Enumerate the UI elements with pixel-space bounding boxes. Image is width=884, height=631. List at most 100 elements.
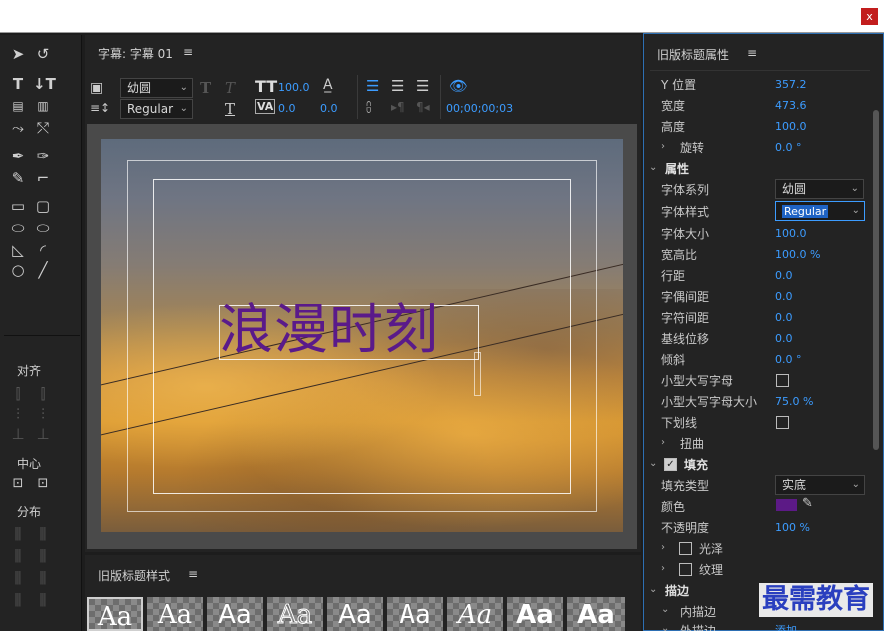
chevron-down-icon[interactable]: ⌄ [649, 458, 657, 469]
wedge-tool-icon[interactable]: ◺ [8, 241, 28, 259]
rotation-value[interactable]: 0.0 ° [775, 141, 802, 154]
fill-section[interactable]: 填充 [684, 456, 708, 473]
show-background-icon[interactable]: 👁 [449, 77, 468, 95]
slant-value[interactable]: 0.0 ° [775, 353, 802, 366]
underline-icon[interactable]: T [225, 100, 235, 118]
fill-checkbox[interactable]: ✓ [664, 458, 677, 471]
align-center-v-icon[interactable]: ⫶ [33, 405, 53, 423]
kerning-prop-value[interactable]: 0.0 [775, 290, 793, 303]
style-sample[interactable]: Aa [207, 597, 263, 631]
bold-icon[interactable]: T [200, 79, 211, 97]
properties-panel-tab[interactable]: 旧版标题属性 [657, 46, 729, 63]
ellipse-tool-icon[interactable]: ○ [8, 261, 28, 279]
chevron-right-icon[interactable]: › [661, 563, 665, 574]
rounded-corner-tool-icon[interactable]: ⬭ [33, 219, 53, 237]
font-style-select[interactable]: Regular ⌄ [775, 201, 865, 221]
type-tool-icon[interactable]: T [8, 75, 28, 93]
align-bottom-icon[interactable]: ⊥ [8, 425, 28, 443]
title-panel-menu-icon[interactable]: ≡ [183, 45, 193, 59]
vertical-path-type-tool-icon[interactable]: ⤲ [33, 119, 53, 137]
area-type-tool-icon[interactable]: ▤ [8, 97, 28, 115]
chevron-down-icon[interactable]: ⌄ [649, 162, 657, 173]
chevron-down-icon[interactable]: ⌄ [661, 623, 669, 631]
chevron-down-icon[interactable]: ⌄ [649, 584, 657, 595]
distribute-5-icon[interactable]: ⫼ [8, 569, 28, 587]
font-family-select[interactable]: 幼圆 ⌄ [775, 179, 864, 199]
italic-icon[interactable]: T [225, 79, 235, 97]
tab-stops-icon[interactable]: ≡↕ [90, 101, 110, 115]
align-left-icon[interactable]: ⫿ [8, 385, 28, 403]
eyedropper-icon[interactable]: ✎ [802, 496, 813, 511]
distribute-2-icon[interactable]: ⫼ [33, 525, 53, 543]
sheen-checkbox[interactable] [679, 542, 692, 555]
baseline-shift-value[interactable]: 0.0 [775, 332, 793, 345]
font-style-dropdown[interactable]: Regular ⌄ [120, 99, 193, 119]
underline-checkbox[interactable] [776, 416, 789, 429]
title-panel-tab[interactable]: 字幕: 字幕 01 [98, 45, 173, 62]
style-sample[interactable]: Aa [567, 597, 625, 631]
vertical-area-type-tool-icon[interactable]: ▥ [33, 97, 53, 115]
texture-checkbox[interactable] [679, 563, 692, 576]
timecode-value[interactable]: 00;00;00;03 [446, 102, 513, 115]
tab-icon[interactable]: ⩉ [366, 100, 371, 115]
distribute-8-icon[interactable]: ⫼ [33, 591, 53, 609]
distribute-1-icon[interactable]: ⫼ [8, 525, 28, 543]
font-family-dropdown[interactable]: 幼圆 ⌄ [120, 78, 193, 98]
chevron-down-icon[interactable]: ⌄ [661, 604, 669, 615]
small-caps-checkbox[interactable] [776, 374, 789, 387]
center-horizontal-icon[interactable]: ⊡ [8, 475, 28, 493]
clipped-rect-tool-icon[interactable]: ⬭ [8, 219, 28, 237]
rounded-rect-tool-icon[interactable]: ▢ [33, 197, 53, 215]
add-outer-stroke-link[interactable]: 添加 [775, 622, 797, 631]
fill-type-select[interactable]: 实底 ⌄ [775, 475, 865, 495]
kerning-value[interactable]: 0.0 [278, 102, 296, 115]
width-value[interactable]: 473.6 [775, 99, 807, 112]
style-sample[interactable]: Aa [87, 597, 143, 631]
y-position-value[interactable]: 357.2 [775, 78, 807, 91]
chevron-right-icon[interactable]: › [661, 542, 665, 553]
align-right-text-icon[interactable]: ☰ [416, 77, 429, 95]
style-sample[interactable]: Aa [387, 597, 443, 631]
line-tool-icon[interactable]: ╱ [33, 261, 53, 279]
distribute-4-icon[interactable]: ⫼ [33, 547, 53, 565]
fill-color-swatch[interactable] [776, 499, 797, 511]
distribute-3-icon[interactable]: ⫼ [8, 547, 28, 565]
vertical-type-tool-icon[interactable]: ↓T [33, 75, 56, 93]
style-sample[interactable]: Aa [447, 597, 503, 631]
play-left-icon[interactable]: ▸¶ [391, 100, 405, 114]
font-size-value[interactable]: 100.0 [278, 81, 310, 94]
tracking-value[interactable]: 0.0 [320, 102, 338, 115]
video-frame[interactable]: 浪漫时刻 [101, 139, 623, 532]
align-center-text-icon[interactable]: ☰ [391, 77, 404, 95]
convert-anchor-tool-icon[interactable]: ⌐ [33, 169, 53, 187]
leading-value[interactable]: 0.0 [775, 269, 793, 282]
film-icon[interactable]: ▣ [90, 80, 103, 96]
aspect-value[interactable]: 100.0 % [775, 248, 820, 261]
align-right-icon[interactable]: ⊥ [33, 425, 53, 443]
height-value[interactable]: 100.0 [775, 120, 807, 133]
selection-tool-icon[interactable]: ➤ [8, 45, 28, 63]
properties-scrollbar[interactable] [873, 110, 879, 450]
add-anchor-tool-icon[interactable]: ✎ [8, 169, 28, 187]
align-left-text-icon[interactable]: ☰ [366, 77, 379, 95]
tracking-prop-value[interactable]: 0.0 [775, 311, 793, 324]
font-size-prop-value[interactable]: 100.0 [775, 227, 807, 240]
arc-tool-icon[interactable]: ◜ [33, 241, 53, 259]
chevron-right-icon[interactable]: › [661, 141, 665, 152]
style-sample[interactable]: Aa [507, 597, 563, 631]
style-sample[interactable]: Aa [147, 597, 203, 631]
align-top-icon[interactable]: ⫶ [8, 405, 28, 423]
rotation-tool-icon[interactable]: ↺ [33, 45, 53, 63]
delete-anchor-tool-icon[interactable]: ✑ [33, 147, 53, 165]
pen-tool-icon[interactable]: ✒ [8, 147, 28, 165]
chevron-right-icon[interactable]: › [661, 437, 665, 448]
rectangle-tool-icon[interactable]: ▭ [8, 197, 28, 215]
center-vertical-icon[interactable]: ⊡ [33, 475, 53, 493]
align-center-h-icon[interactable]: ⫿ [33, 385, 53, 403]
small-caps-size-value[interactable]: 75.0 % [775, 395, 813, 408]
style-sample[interactable]: Aa [327, 597, 383, 631]
styles-panel-menu-icon[interactable]: ≡ [188, 567, 198, 581]
path-type-tool-icon[interactable]: ⤳ [8, 119, 28, 137]
title-text[interactable]: 浪漫时刻 [219, 299, 439, 361]
distribute-6-icon[interactable]: ⫼ [33, 569, 53, 587]
